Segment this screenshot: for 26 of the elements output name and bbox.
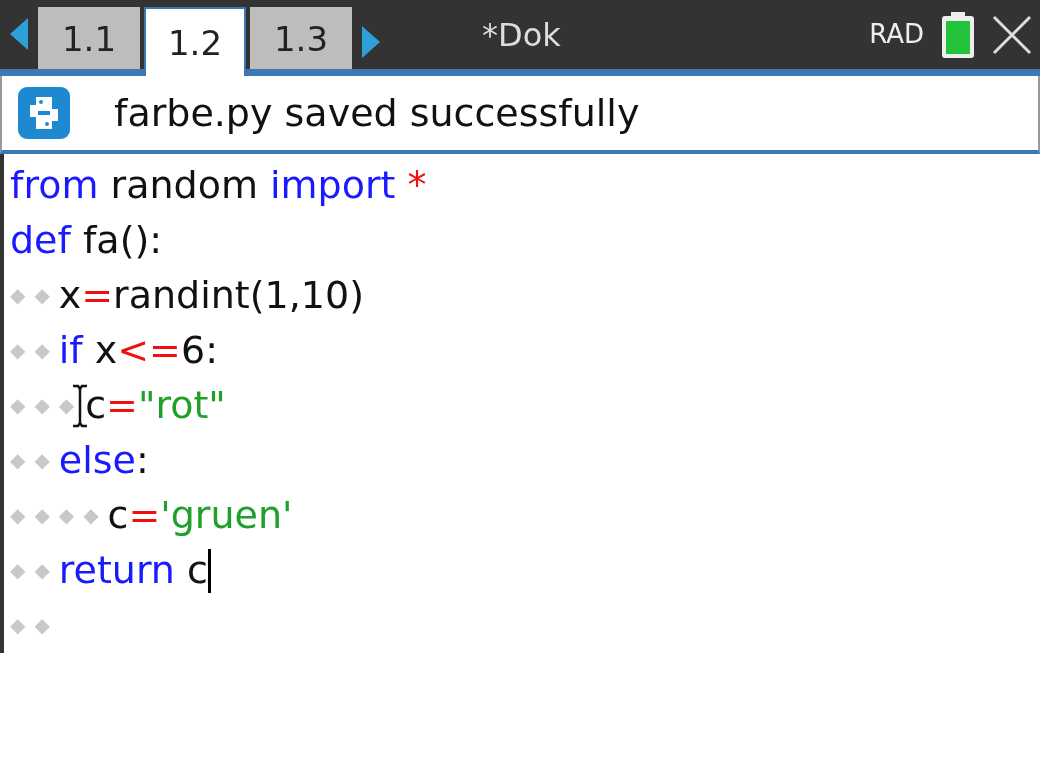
code-text: from random import * [10, 162, 427, 209]
code-text: def fa(): [10, 217, 163, 264]
code-text: c='gruen' [107, 492, 293, 539]
indent-guide: ◆◆ [10, 447, 59, 474]
indent-guide: ◆◆ [10, 282, 59, 309]
code-text: else: [58, 437, 149, 484]
page-tab[interactable]: 1.1 [38, 7, 140, 69]
python-icon [18, 87, 70, 139]
code-text: return c [58, 547, 208, 594]
angle-mode-indicator: RAD [869, 18, 924, 51]
code-text: if x<=6: [58, 327, 218, 374]
indent-guide: ◆◆ [10, 612, 59, 639]
code-text: x=randint(1,10) [58, 272, 365, 319]
indent-guide: ◆◆ [10, 337, 59, 364]
page-tab[interactable]: 1.3 [250, 7, 352, 69]
status-message: farbe.py saved successfully [114, 89, 640, 137]
indent-guide: ◆◆ [10, 557, 59, 584]
document-title: *Dok [482, 14, 561, 56]
close-icon[interactable] [992, 14, 1032, 55]
next-page-icon[interactable] [360, 23, 382, 60]
page-tab[interactable]: 1.2 [144, 7, 246, 76]
indent-guide: ◆◆◆ [10, 392, 84, 419]
code-text: c="rot" [85, 382, 226, 429]
indent-guide: ◆◆◆◆ [10, 502, 108, 529]
previous-page-icon[interactable] [8, 15, 30, 52]
battery-icon [940, 10, 976, 59]
